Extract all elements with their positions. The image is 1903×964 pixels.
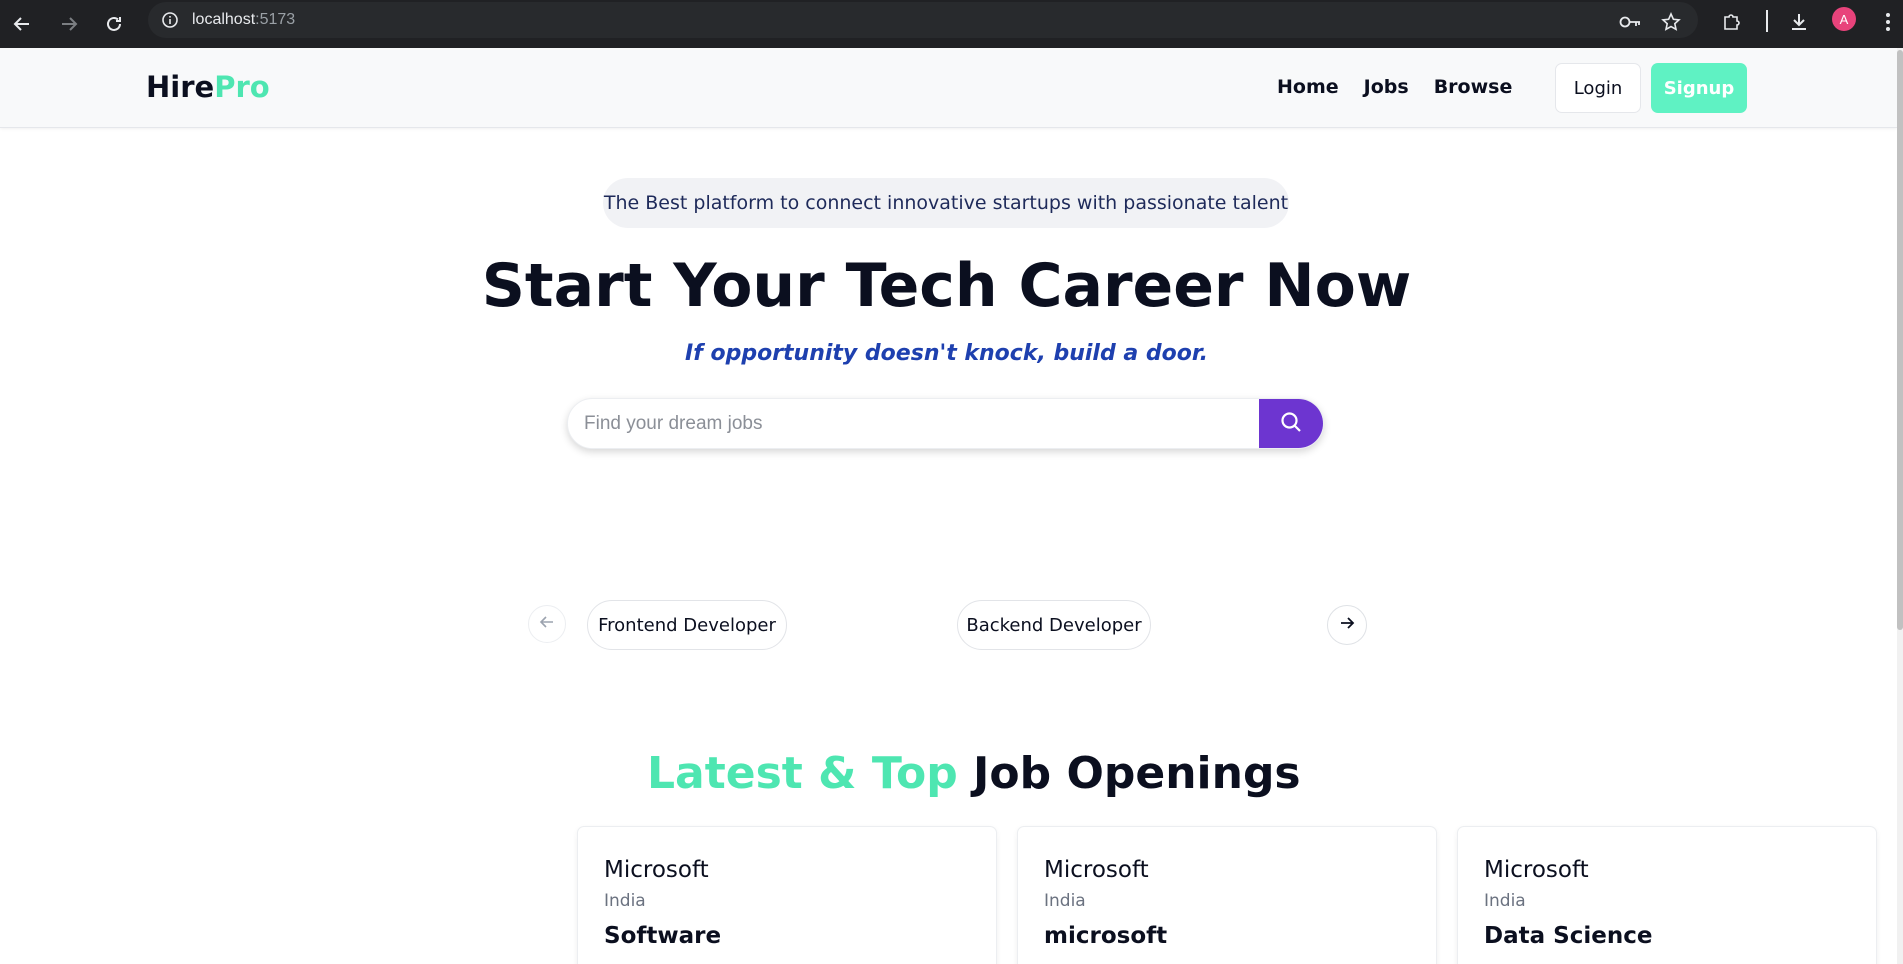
job-card-location: India bbox=[1484, 891, 1526, 911]
key-icon[interactable] bbox=[1614, 6, 1646, 38]
arrow-right-icon bbox=[1339, 615, 1355, 635]
section-title: Latest & Top Job Openings bbox=[647, 748, 1301, 799]
job-card-company: Microsoft bbox=[1484, 857, 1589, 883]
hero-badge: The Best platform to connect innovative … bbox=[603, 178, 1289, 228]
category-chip-backend[interactable]: Backend Developer bbox=[957, 600, 1151, 650]
search-button[interactable] bbox=[1259, 399, 1323, 448]
page-scrollbar[interactable] bbox=[1897, 48, 1903, 964]
search-input[interactable] bbox=[568, 399, 1259, 448]
toolbar-divider bbox=[1766, 10, 1768, 32]
nav-links: Home Jobs Browse bbox=[1277, 76, 1512, 98]
job-card-location: India bbox=[604, 891, 646, 911]
kebab-menu-icon[interactable] bbox=[1872, 6, 1903, 38]
search-icon bbox=[1280, 411, 1302, 437]
nav-link-home[interactable]: Home bbox=[1277, 76, 1339, 98]
carousel-prev-button[interactable] bbox=[528, 605, 566, 643]
nav-link-jobs[interactable]: Jobs bbox=[1364, 76, 1409, 98]
job-card[interactable]: Microsoft India Software bbox=[577, 826, 997, 964]
job-card-role: Data Science bbox=[1484, 923, 1653, 949]
forward-icon[interactable] bbox=[53, 8, 85, 40]
logo[interactable]: HirePro bbox=[146, 70, 270, 104]
puzzle-icon[interactable] bbox=[1716, 6, 1748, 38]
job-card[interactable]: Microsoft India Data Science bbox=[1457, 826, 1877, 964]
scrollbar-thumb[interactable] bbox=[1897, 50, 1903, 630]
avatar[interactable]: A bbox=[1832, 7, 1856, 31]
job-card-company: Microsoft bbox=[604, 857, 709, 883]
arrow-left-icon bbox=[539, 614, 555, 634]
browser-toolbar: localhost:5173 A bbox=[0, 0, 1903, 48]
reload-icon[interactable] bbox=[98, 8, 130, 40]
login-button[interactable]: Login bbox=[1555, 63, 1641, 113]
job-search-bar bbox=[567, 398, 1324, 449]
address-bar[interactable]: localhost:5173 bbox=[148, 2, 1698, 38]
nav-link-browse[interactable]: Browse bbox=[1434, 76, 1513, 98]
job-card-role: microsoft bbox=[1044, 923, 1168, 949]
job-card[interactable]: Microsoft India microsoft bbox=[1017, 826, 1437, 964]
url-text: localhost:5173 bbox=[192, 11, 296, 28]
star-icon[interactable] bbox=[1655, 6, 1687, 38]
back-icon[interactable] bbox=[6, 8, 38, 40]
info-icon[interactable] bbox=[160, 10, 180, 30]
site-navbar: HirePro Home Jobs Browse Login Signup bbox=[0, 48, 1897, 128]
category-chip-frontend[interactable]: Frontend Developer bbox=[587, 600, 787, 650]
hero-tagline: If opportunity doesn't knock, build a do… bbox=[685, 341, 1208, 366]
carousel-next-button[interactable] bbox=[1327, 605, 1367, 645]
signup-button[interactable]: Signup bbox=[1651, 63, 1747, 113]
job-card-location: India bbox=[1044, 891, 1086, 911]
hero-title: Start Your Tech Career Now bbox=[481, 251, 1412, 321]
job-card-company: Microsoft bbox=[1044, 857, 1149, 883]
job-card-role: Software bbox=[604, 923, 722, 949]
download-icon[interactable] bbox=[1783, 6, 1815, 38]
page: HirePro Home Jobs Browse Login Signup Th… bbox=[0, 48, 1897, 964]
